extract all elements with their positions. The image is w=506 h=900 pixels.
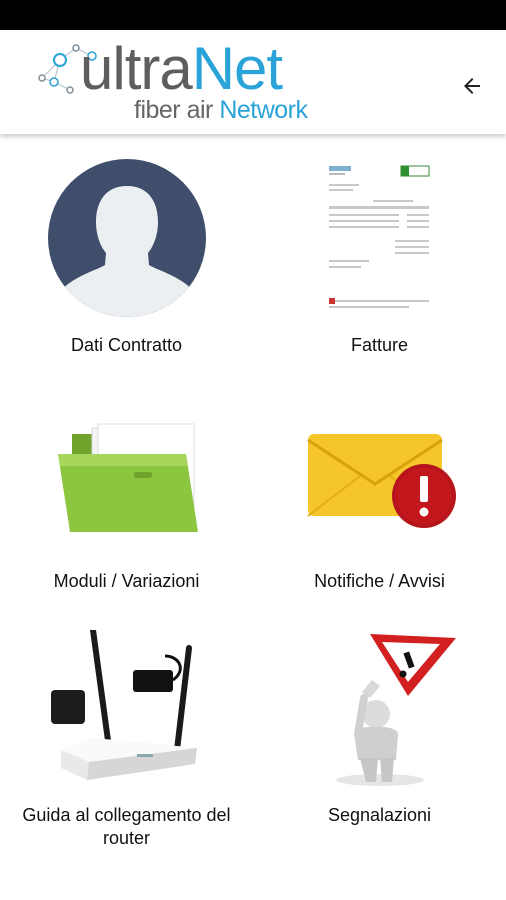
logo-subtitle-part2: Network [219,96,308,124]
arrow-left-icon [464,78,480,94]
logo-title-part2: Net [191,35,283,102]
menu-item-fatture[interactable]: Fatture [253,134,506,374]
logo-subtitle-part1: fiber air [134,96,220,124]
router-icon [50,630,197,780]
ultranet-logo: ultraNet fiber air Network [36,38,336,130]
invoice-document-icon [322,160,437,316]
envelope-alert-icon [306,434,456,528]
menu-item-moduli-variazioni[interactable]: Moduli / Variazioni [0,400,253,610]
menu-item-label: Segnalazioni [327,805,432,825]
logo-title-part1: ultra [80,35,193,102]
menu-item-label: Guida al collegamento del router [22,805,231,848]
green-folder-icon [57,423,198,532]
menu-item-guida-router[interactable]: Guida al collegamento del router [0,626,253,866]
app-bar: ultraNet fiber air Network [0,30,506,134]
menu-item-label: Notifiche / Avvisi [314,571,445,591]
menu-item-label: Moduli / Variazioni [53,571,200,591]
logo-title: ultraNet [80,35,283,102]
menu-item-segnalazioni[interactable]: Segnalazioni [253,626,506,866]
menu-item-label: Fatture [350,335,409,355]
user-avatar-icon [47,159,206,317]
status-bar [0,0,506,30]
logo-subtitle: fiber air Network [134,96,308,125]
menu-item-dati-contratto[interactable]: Dati Contratto [0,134,253,374]
warning-sign-icon [335,634,456,786]
menu-item-label: Dati Contratto [70,335,183,355]
menu-item-notifiche-avvisi[interactable]: Notifiche / Avvisi [253,400,506,610]
back-button[interactable] [452,66,492,106]
